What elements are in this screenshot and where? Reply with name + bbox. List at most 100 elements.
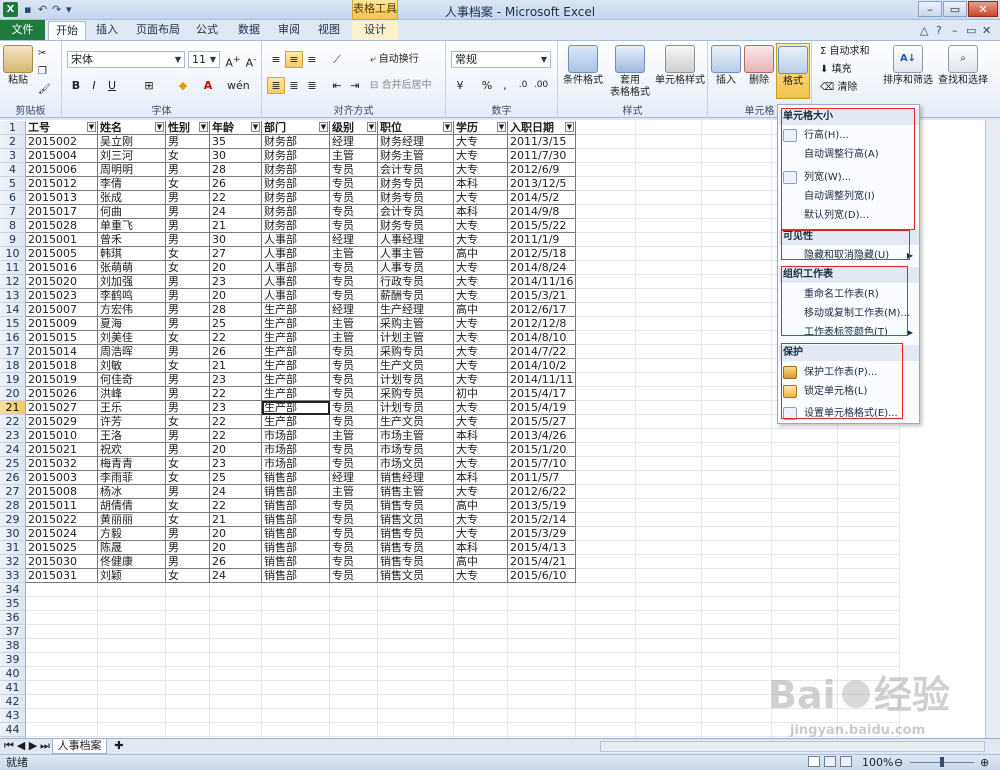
table-cell[interactable]: 市场专员 [378, 443, 454, 457]
empty-cell[interactable] [576, 303, 636, 317]
table-cell[interactable]: 单重飞 [98, 219, 166, 233]
increase-indent-icon[interactable]: ⇥ [346, 77, 364, 94]
table-cell[interactable]: 采购主管 [378, 317, 454, 331]
empty-cell[interactable] [636, 625, 702, 639]
tab-design[interactable]: 设计 [352, 21, 398, 40]
empty-cell[interactable] [702, 583, 772, 597]
table-cell[interactable]: 男 [166, 275, 210, 289]
table-cell[interactable]: 本科 [454, 177, 508, 191]
empty-cell[interactable] [508, 667, 576, 681]
empty-cell[interactable] [636, 443, 702, 457]
empty-cell[interactable] [838, 527, 900, 541]
empty-cell[interactable] [576, 429, 636, 443]
table-cell[interactable]: 女 [166, 569, 210, 583]
decrease-decimal-icon[interactable]: .00 [532, 77, 550, 94]
empty-cell[interactable] [838, 457, 900, 471]
table-cell[interactable]: 男 [166, 345, 210, 359]
table-cell[interactable]: 大专 [454, 485, 508, 499]
table-cell[interactable]: 主管 [330, 485, 378, 499]
zoom-in-icon[interactable]: ⊕ [980, 755, 989, 770]
empty-cell[interactable] [378, 695, 454, 709]
empty-cell[interactable] [636, 359, 702, 373]
filter-dropdown-icon[interactable]: ▼ [319, 122, 328, 132]
table-cell[interactable]: 2014/8/24 [508, 261, 576, 275]
empty-cell[interactable] [378, 597, 454, 611]
table-cell[interactable]: 女 [166, 261, 210, 275]
empty-cell[interactable] [636, 527, 702, 541]
table-cell[interactable]: 专员 [330, 191, 378, 205]
column-header-cell[interactable]: 工号 ▼ [26, 121, 98, 135]
empty-cell[interactable] [98, 667, 166, 681]
table-cell[interactable]: 专员 [330, 387, 378, 401]
empty-cell[interactable] [98, 695, 166, 709]
empty-cell[interactable] [636, 275, 702, 289]
table-cell[interactable]: 张成 [98, 191, 166, 205]
empty-cell[interactable] [636, 331, 702, 345]
row-header[interactable]: 24 [0, 443, 26, 457]
table-cell[interactable]: 20 [210, 261, 262, 275]
empty-cell[interactable] [26, 653, 98, 667]
empty-cell[interactable] [508, 611, 576, 625]
empty-cell[interactable] [772, 625, 838, 639]
empty-cell[interactable] [576, 331, 636, 345]
empty-cell[interactable] [702, 303, 772, 317]
empty-cell[interactable] [772, 555, 838, 569]
tab-page-layout[interactable]: 页面布局 [130, 21, 186, 40]
table-cell[interactable]: 27 [210, 247, 262, 261]
table-cell[interactable]: 23 [210, 457, 262, 471]
table-cell[interactable]: 女 [166, 359, 210, 373]
table-cell[interactable]: 张萌萌 [98, 261, 166, 275]
table-cell[interactable]: 2015031 [26, 569, 98, 583]
empty-cell[interactable] [636, 387, 702, 401]
table-cell[interactable]: 男 [166, 555, 210, 569]
merge-center-button[interactable]: ⊟ 合并后居中 [370, 79, 432, 93]
table-cell[interactable]: 初中 [454, 387, 508, 401]
table-cell[interactable]: 李鹤鸣 [98, 289, 166, 303]
customize-quick-access-icon[interactable]: ▾ [66, 2, 72, 17]
table-cell[interactable]: 李倩 [98, 177, 166, 191]
empty-cell[interactable] [702, 415, 772, 429]
last-sheet-icon[interactable]: ⏭ [40, 739, 50, 754]
table-cell[interactable]: 26 [210, 555, 262, 569]
empty-cell[interactable] [702, 527, 772, 541]
table-cell[interactable]: 2015009 [26, 317, 98, 331]
empty-cell[interactable] [26, 625, 98, 639]
row-header[interactable]: 2 [0, 135, 26, 149]
table-cell[interactable]: 2015023 [26, 289, 98, 303]
empty-cell[interactable] [576, 597, 636, 611]
table-cell[interactable]: 2011/1/9 [508, 233, 576, 247]
empty-cell[interactable] [772, 499, 838, 513]
table-cell[interactable]: 2015003 [26, 471, 98, 485]
table-cell[interactable]: 2011/3/15 [508, 135, 576, 149]
empty-cell[interactable] [702, 555, 772, 569]
empty-cell[interactable] [576, 513, 636, 527]
empty-cell[interactable] [576, 261, 636, 275]
tab-home[interactable]: 开始 [48, 21, 86, 41]
empty-cell[interactable] [576, 289, 636, 303]
table-cell[interactable]: 男 [166, 387, 210, 401]
empty-cell[interactable] [330, 611, 378, 625]
empty-cell[interactable] [702, 205, 772, 219]
table-cell[interactable]: 大专 [454, 359, 508, 373]
table-cell[interactable]: 22 [210, 331, 262, 345]
vertical-scrollbar[interactable] [985, 120, 1000, 738]
empty-cell[interactable] [702, 121, 772, 135]
empty-cell[interactable] [454, 667, 508, 681]
empty-cell[interactable] [26, 695, 98, 709]
empty-cell[interactable] [576, 457, 636, 471]
table-cell[interactable]: 计划专员 [378, 373, 454, 387]
table-cell[interactable]: 2015/4/21 [508, 555, 576, 569]
empty-cell[interactable] [576, 639, 636, 653]
empty-cell[interactable] [702, 247, 772, 261]
empty-cell[interactable] [636, 345, 702, 359]
empty-cell[interactable] [772, 471, 838, 485]
row-header[interactable]: 15 [0, 317, 26, 331]
normal-view-icon[interactable] [808, 756, 820, 767]
table-cell[interactable]: 大专 [454, 513, 508, 527]
conditional-format-button[interactable]: 条件格式 [560, 45, 606, 87]
table-cell[interactable]: 主管 [330, 149, 378, 163]
table-cell[interactable]: 财务主管 [378, 149, 454, 163]
table-cell[interactable]: 财务部 [262, 149, 330, 163]
table-cell[interactable]: 2015006 [26, 163, 98, 177]
empty-cell[interactable] [262, 709, 330, 723]
